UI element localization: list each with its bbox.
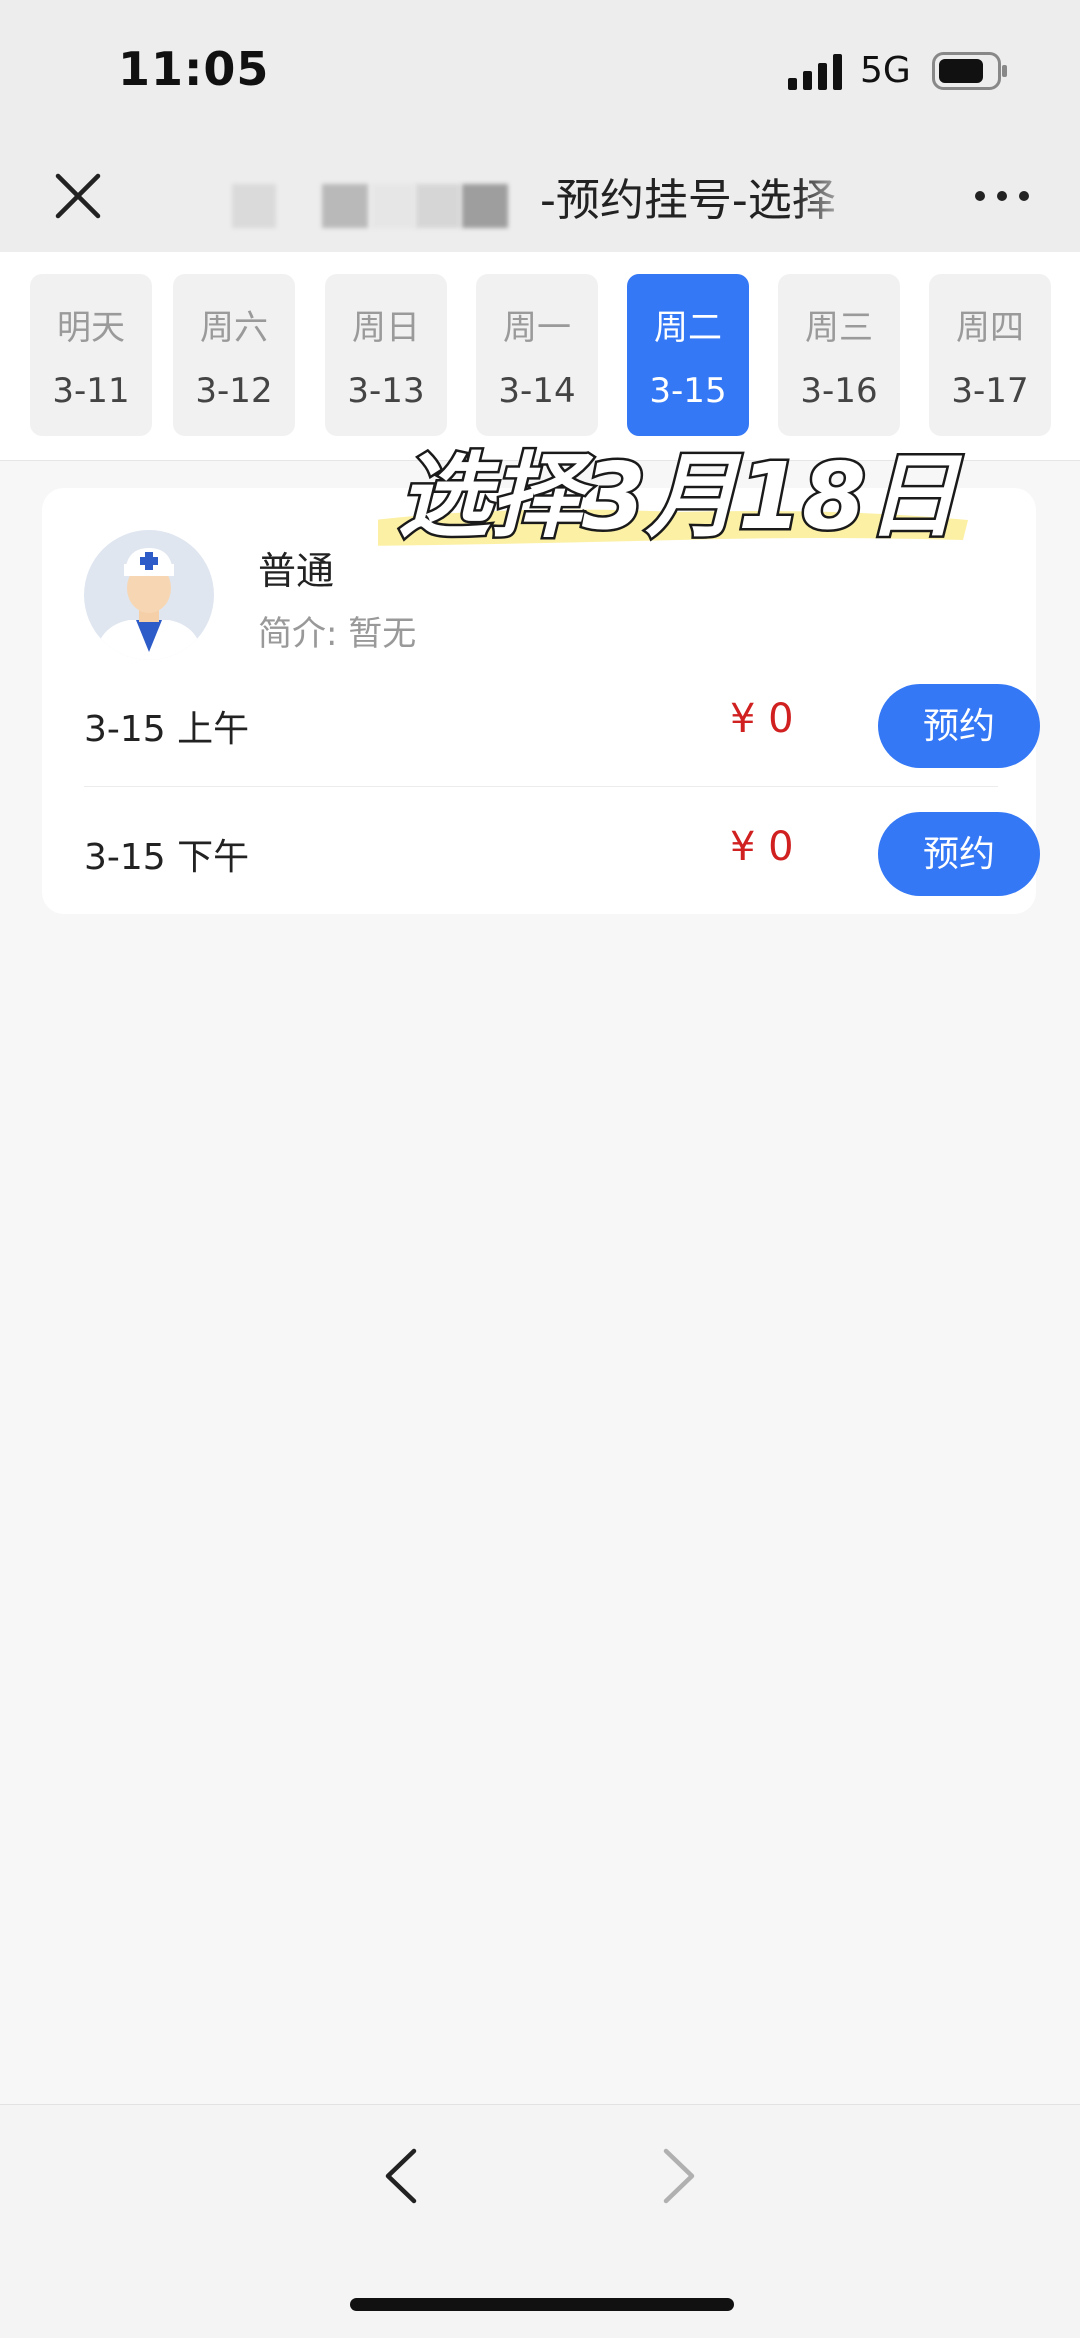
date-tab-date: 3-13 (347, 371, 425, 411)
date-tab-saturday[interactable]: 周六 3-12 (173, 274, 295, 436)
date-tab-day: 周二 (654, 308, 722, 348)
overlay-text: 选择3月18日 (398, 443, 963, 550)
date-tab-day: 明天 (57, 308, 125, 348)
slot-row-afternoon: 3-15 下午 ¥ 0 预约 (84, 788, 1040, 914)
network-label: 5G (860, 50, 911, 91)
annotation-overlay: 选择3月18日 (378, 441, 968, 553)
date-tab-tomorrow[interactable]: 明天 3-11 (30, 274, 152, 436)
home-indicator (350, 2298, 734, 2311)
status-bar: 11:05 5G (0, 0, 1080, 140)
nav-bar: -预约挂号-选择 (0, 140, 1080, 252)
chevron-left-icon[interactable] (378, 2145, 424, 2207)
date-tab-date: 3-16 (800, 371, 878, 411)
date-tab-sunday[interactable]: 周日 3-13 (325, 274, 447, 436)
date-tab-day: 周一 (503, 308, 571, 348)
doctor-intro: 简介: 暂无 (258, 614, 417, 654)
date-tab-tuesday[interactable]: 周二 3-15 (627, 274, 749, 436)
date-tab-date: 3-14 (498, 371, 576, 411)
date-tab-wednesday[interactable]: 周三 3-16 (778, 274, 900, 436)
doctor-name: 普通 (258, 549, 335, 593)
date-tab-date: 3-17 (951, 371, 1029, 411)
date-tab-day: 周六 (200, 308, 268, 348)
page-title: -预约挂号-选择 (540, 175, 836, 226)
book-button-morning[interactable]: 预约 (878, 684, 1040, 768)
book-button-afternoon[interactable]: 预约 (878, 812, 1040, 896)
date-tab-date: 3-12 (195, 371, 273, 411)
date-tab-monday[interactable]: 周一 3-14 (476, 274, 598, 436)
battery-icon (932, 52, 1007, 90)
slot-row-morning: 3-15 上午 ¥ 0 预约 (84, 660, 1040, 787)
doctor-avatar-icon (84, 530, 214, 660)
slot-price: ¥ 0 (730, 696, 794, 742)
more-icon[interactable] (972, 174, 1032, 218)
date-tab-day: 周日 (352, 308, 420, 348)
date-tab-date: 3-15 (649, 371, 727, 411)
slot-time: 3-15 上午 (84, 709, 250, 750)
date-tab-day: 周四 (956, 308, 1024, 348)
date-tab-thursday[interactable]: 周四 3-17 (929, 274, 1051, 436)
slot-time: 3-15 下午 (84, 837, 250, 878)
date-tab-strip: 明天 3-11 周六 3-12 周日 3-13 周一 3-14 周二 3-15 … (0, 252, 1080, 461)
signal-icon (788, 54, 842, 90)
slot-price: ¥ 0 (730, 824, 794, 870)
status-time: 11:05 (118, 42, 270, 96)
chevron-right-icon[interactable] (656, 2145, 702, 2207)
date-tab-day: 周三 (805, 308, 873, 348)
close-icon[interactable] (50, 168, 106, 224)
date-tab-date: 3-11 (52, 371, 130, 411)
